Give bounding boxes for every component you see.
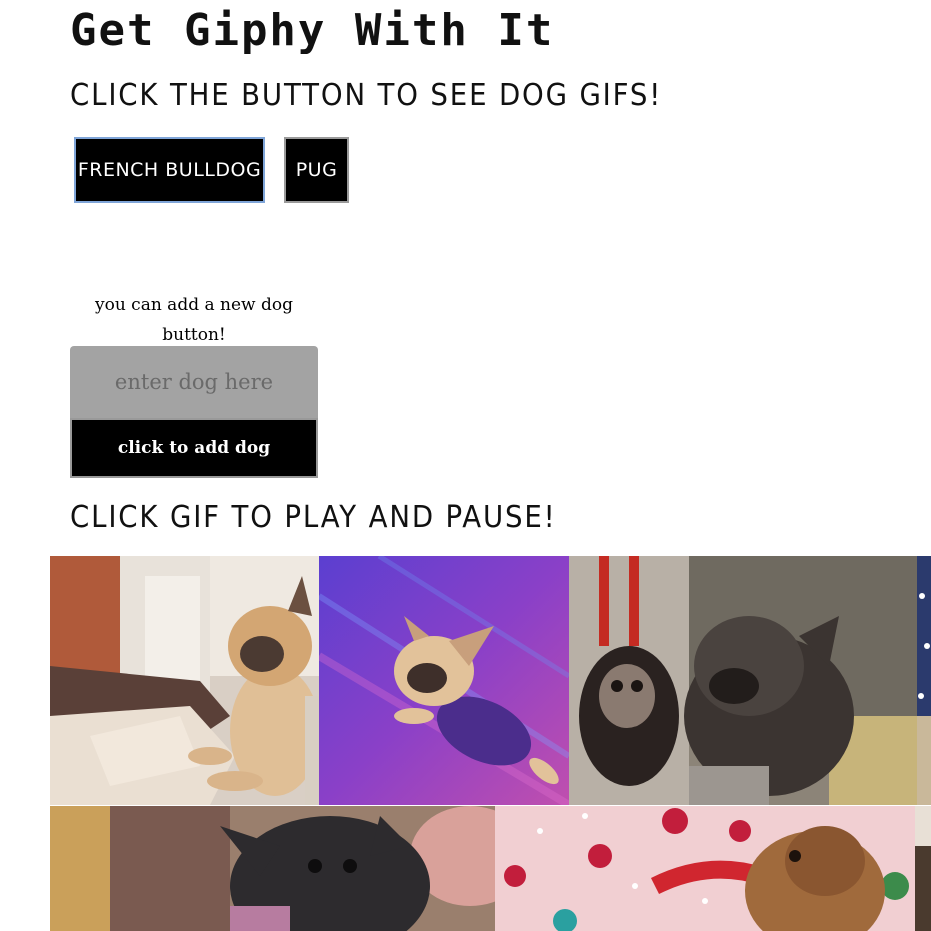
gif-section-heading: Click gif to play and pause! [70, 500, 557, 535]
page-title: Get Giphy With It [70, 5, 555, 56]
add-dog-label: you can add a new dog button! [94, 295, 293, 345]
gif-grid [50, 556, 931, 931]
dog-button-french-bulldog[interactable]: French Bulldog [74, 137, 265, 203]
add-dog-form: you can add a new dog button! click to a… [70, 290, 318, 478]
gif-orangutan-and-bulldog[interactable] [569, 556, 917, 805]
add-dog-button[interactable]: click to add dog [70, 418, 318, 478]
instructions-heading: Click the button to see dog gifs! [70, 78, 663, 113]
gif-black-french-bulldog[interactable] [50, 806, 495, 931]
gif-french-bulldog-bed[interactable] [50, 556, 319, 805]
gif-flying-french-bulldog[interactable] [319, 556, 569, 805]
gif-pug-with-ribbon[interactable] [495, 806, 915, 931]
dog-input[interactable] [70, 346, 318, 418]
dog-button-pug[interactable]: Pug [284, 137, 349, 203]
gif-partial-right-bottom[interactable] [915, 806, 931, 931]
gif-partial-right-top[interactable] [917, 556, 931, 805]
